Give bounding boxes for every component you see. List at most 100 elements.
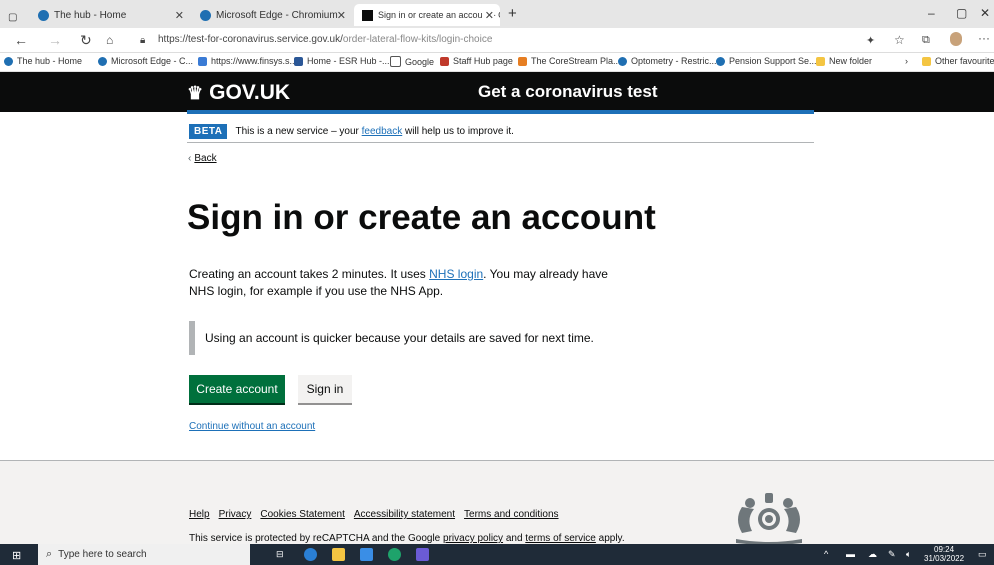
- other-favourites-folder[interactable]: Other favourite: [922, 56, 994, 66]
- beta-tag: BETA: [189, 123, 228, 139]
- favourites-bar: The hub - Home Microsoft Edge - C... htt…: [0, 53, 994, 72]
- phase-banner-text-after: will help us to improve it.: [402, 125, 514, 137]
- lock-icon: 🔒︎: [140, 35, 146, 46]
- bookmark-item[interactable]: Microsoft Edge - C...: [98, 56, 193, 66]
- browser-tab-bar: ▢ The hub - Home ✕ Microsoft Edge - Chro…: [0, 0, 994, 28]
- new-tab-button[interactable]: +: [508, 2, 517, 24]
- bookmark-item[interactable]: The hub - Home: [4, 56, 82, 66]
- recaptcha-notice: This service is protected by reCAPTCHA a…: [189, 533, 625, 544]
- taskbar-clock[interactable]: 09:24 31/03/2022: [924, 545, 964, 563]
- bookmark-item[interactable]: https://www.finsys.s...: [198, 56, 297, 66]
- tab-actions-icon[interactable]: ▢: [8, 6, 17, 28]
- govuk-logo-text: GOV.UK: [209, 81, 291, 104]
- task-view-icon[interactable]: ⊟: [276, 549, 284, 560]
- windows-taskbar: ⊞ ⌕ Type here to search ⊟ ^ ▬ ☁ ✎ 🔈︎ 09:…: [0, 544, 994, 565]
- royal-coat-of-arms-icon: [736, 493, 802, 545]
- bookmark-item[interactable]: Optometry - Restric...: [618, 56, 717, 66]
- nhs-login-link[interactable]: NHS login: [429, 267, 483, 281]
- close-tab-icon[interactable]: ✕: [175, 9, 184, 22]
- crown-icon: ♛: [187, 82, 204, 103]
- back-arrow-icon[interactable]: ←: [14, 32, 28, 48]
- recaptcha-text: and: [503, 533, 526, 544]
- favourites-star-icon[interactable]: ☆: [894, 33, 905, 47]
- url-path: order-lateral-flow-kits/login-choice: [342, 34, 493, 45]
- minimize-icon[interactable]: –: [928, 6, 935, 20]
- bookmark-favicon-icon: [198, 56, 207, 66]
- sign-in-button[interactable]: Sign in: [298, 375, 352, 403]
- url-field[interactable]: https://test-for-coronavirus.service.gov…: [158, 34, 492, 45]
- tab-title: Sign in or create an account - G: [378, 10, 500, 20]
- continue-without-account-link[interactable]: Continue without an account: [189, 421, 315, 432]
- windows-start-icon[interactable]: ⊞: [12, 549, 21, 562]
- privacy-policy-link[interactable]: privacy policy: [443, 533, 503, 544]
- bookmark-favicon-icon: [618, 56, 627, 66]
- tab-the-hub[interactable]: The hub - Home ✕: [30, 4, 190, 26]
- back-link[interactable]: ‹ Back: [188, 153, 217, 164]
- create-account-button[interactable]: Create account: [189, 375, 285, 403]
- bookmark-favicon-icon: [716, 56, 725, 66]
- terms-of-service-link[interactable]: terms of service: [525, 533, 596, 544]
- bookmark-item[interactable]: Pension Support Se...: [716, 56, 817, 66]
- collections-icon[interactable]: ⧉: [922, 34, 930, 47]
- profile-avatar[interactable]: [950, 32, 962, 46]
- govuk-header: ♛ GOV.UK Get a coronavirus test: [0, 72, 994, 112]
- home-icon[interactable]: ⌂: [106, 33, 113, 47]
- govuk-favicon-icon: [362, 9, 373, 21]
- bookmark-favicon-icon: [390, 56, 401, 67]
- phase-banner: BETA This is a new service – your feedba…: [187, 120, 814, 143]
- taskbar-search-placeholder: Type here to search: [58, 549, 147, 560]
- edge-browser-icon[interactable]: [388, 548, 401, 561]
- back-link-label: Back: [194, 153, 217, 164]
- file-explorer-icon[interactable]: [332, 548, 345, 561]
- bookmark-item[interactable]: Staff Hub page: [440, 56, 513, 66]
- header-blue-bar: [187, 110, 814, 114]
- footer-link-help[interactable]: Help: [189, 509, 210, 520]
- bookmark-item[interactable]: The CoreStream Pla...: [518, 56, 621, 66]
- tab-sign-in[interactable]: Sign in or create an account - G ✕: [354, 4, 500, 26]
- close-tab-icon[interactable]: ✕: [482, 8, 494, 22]
- bookmark-item[interactable]: Google: [390, 56, 434, 67]
- folder-icon: [816, 56, 825, 66]
- bookmark-folder[interactable]: New folder: [816, 56, 872, 66]
- chevron-left-icon: ‹: [188, 153, 192, 164]
- tab-title: Microsoft Edge - Chromium: [216, 9, 338, 21]
- feedback-link[interactable]: feedback: [362, 126, 403, 137]
- chevron-up-icon[interactable]: ^: [824, 549, 828, 559]
- service-name-link[interactable]: Get a coronavirus test: [478, 82, 658, 102]
- govuk-logo-link[interactable]: ♛ GOV.UK: [187, 81, 290, 105]
- onedrive-icon[interactable]: ☁: [868, 549, 877, 560]
- close-window-icon[interactable]: ✕: [980, 6, 990, 20]
- read-aloud-icon[interactable]: ✦: [866, 34, 875, 47]
- more-menu-icon[interactable]: ···: [978, 31, 990, 45]
- bookmark-item[interactable]: Home - ESR Hub -...: [294, 56, 390, 66]
- volume-icon[interactable]: 🔈︎: [906, 549, 911, 560]
- clock-date: 31/03/2022: [924, 554, 965, 563]
- footer-link-accessibility[interactable]: Accessibility statement: [354, 509, 455, 520]
- pen-icon[interactable]: ✎: [888, 549, 896, 560]
- chevron-right-icon[interactable]: ›: [905, 56, 908, 66]
- footer-link-terms[interactable]: Terms and conditions: [464, 509, 559, 520]
- bookmark-favicon-icon: [98, 56, 107, 66]
- taskbar-search-box[interactable]: ⌕ Type here to search: [38, 544, 250, 565]
- hub-favicon-icon: [38, 9, 49, 21]
- notifications-icon[interactable]: ▭: [978, 549, 987, 560]
- footer-link-privacy[interactable]: Privacy: [219, 509, 252, 520]
- footer-link-cookies[interactable]: Cookies Statement: [260, 509, 345, 520]
- tab-title: The hub - Home: [54, 9, 127, 21]
- internet-explorer-icon[interactable]: [304, 548, 317, 561]
- outlook-icon[interactable]: [360, 548, 373, 561]
- clock-time: 09:24: [934, 545, 955, 554]
- recaptcha-text: apply.: [595, 533, 625, 544]
- phase-banner-text-before: This is a new service – your: [235, 125, 362, 137]
- search-icon: ⌕: [46, 548, 53, 560]
- bookmark-favicon-icon: [518, 56, 527, 66]
- refresh-icon[interactable]: ↻: [80, 32, 92, 49]
- forward-arrow-icon[interactable]: →: [48, 32, 62, 48]
- restore-icon[interactable]: ▢: [956, 6, 967, 20]
- inset-text: Using an account is quicker because your…: [189, 321, 619, 355]
- close-tab-icon[interactable]: ✕: [337, 9, 346, 22]
- network-icon[interactable]: ▬: [846, 549, 855, 559]
- url-host: https://test-for-coronavirus.service.gov…: [158, 34, 343, 45]
- tab-microsoft-edge[interactable]: Microsoft Edge - Chromium ✕: [192, 4, 352, 26]
- teams-icon[interactable]: [416, 548, 429, 561]
